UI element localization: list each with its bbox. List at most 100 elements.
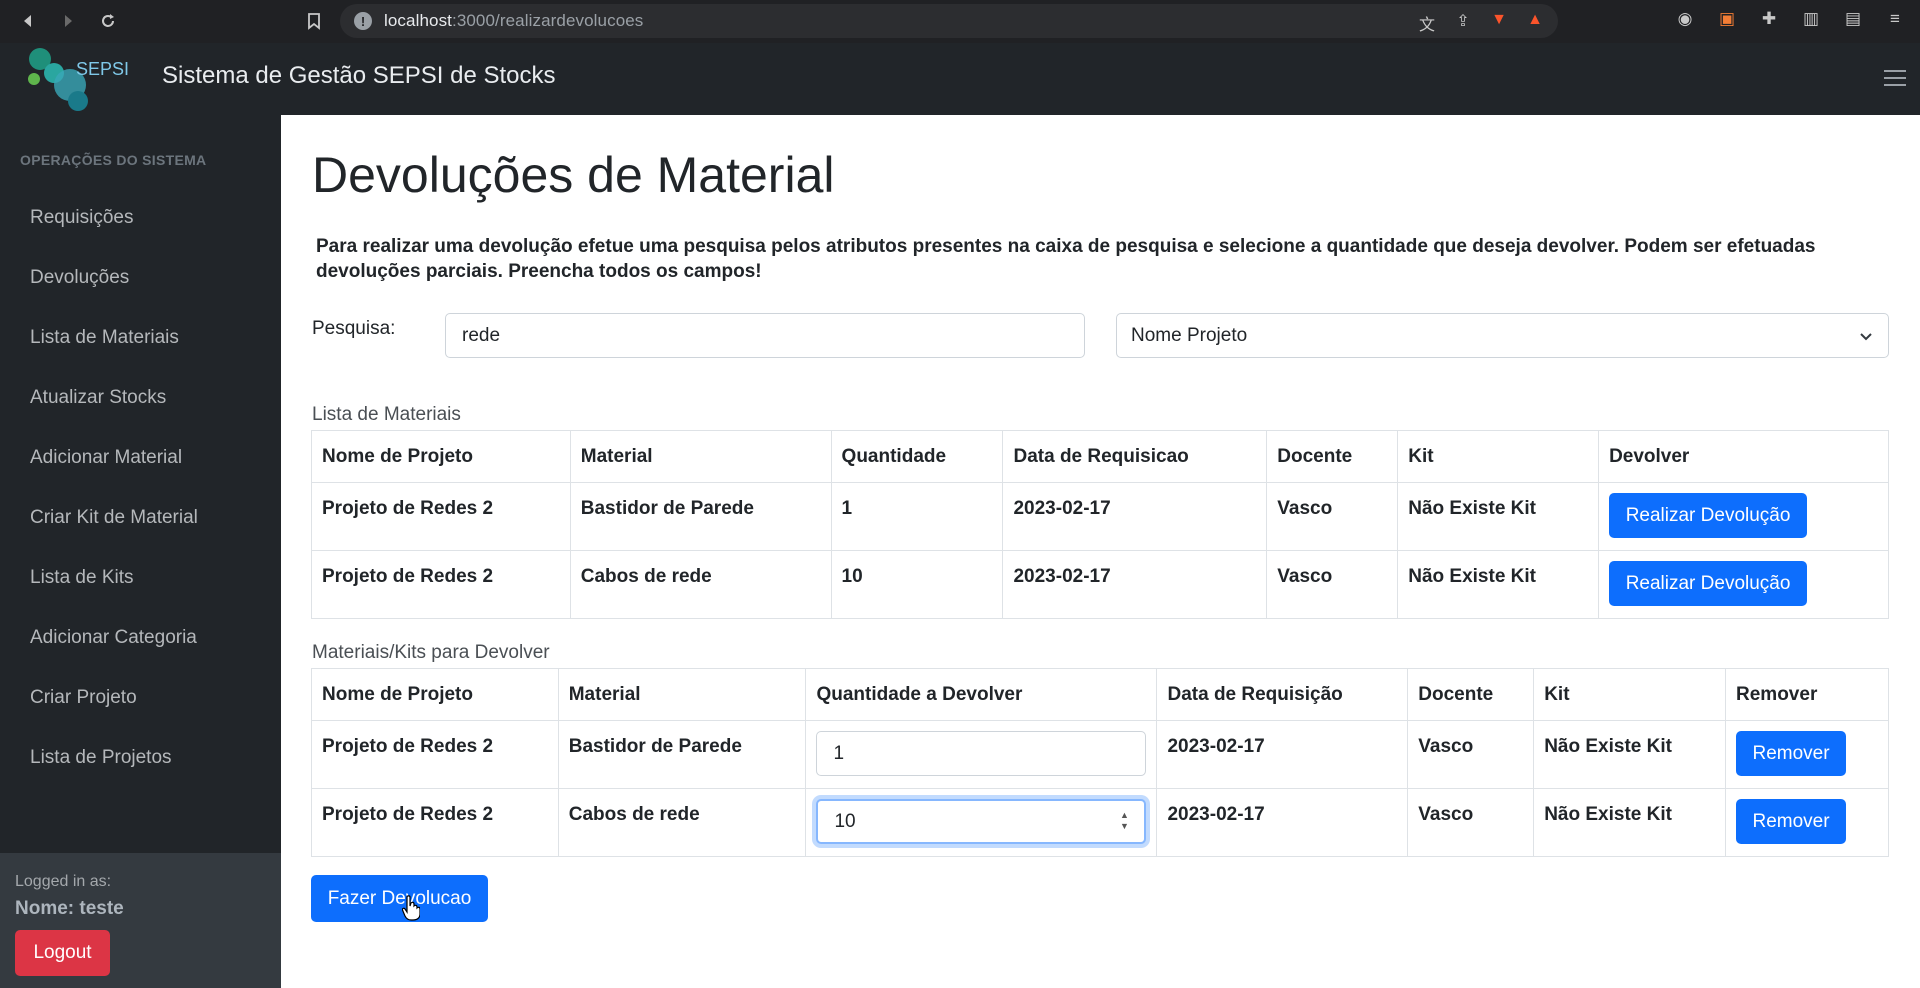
search-label: Pesquisa:	[312, 318, 396, 339]
cell-material: Cabos de rede	[557, 788, 807, 857]
cell-quantidade: ▲▼	[805, 788, 1158, 857]
materials-caption: Lista de Materiais	[312, 404, 461, 425]
remover-button[interactable]: Remover	[1736, 799, 1847, 844]
sidebar-toggle-icon[interactable]: ▥	[1800, 9, 1822, 31]
address-bar[interactable]: ! localhost:3000/realizardevolucoes 文 ⇪ …	[340, 4, 1558, 38]
site-info-icon[interactable]: !	[354, 12, 372, 30]
realizar-devolucao-button[interactable]: Realizar Devolução	[1609, 493, 1808, 538]
cell-quantidade	[805, 720, 1158, 789]
search-input[interactable]	[445, 313, 1085, 358]
cell-material: Bastidor de Parede	[557, 720, 807, 789]
sidebar-item-criar-projeto[interactable]: Criar Projeto	[30, 687, 137, 709]
menu-icon[interactable]: ≡	[1884, 9, 1906, 31]
column-header: Material	[557, 668, 807, 721]
brave-rewards-icon[interactable]: ▲	[1524, 11, 1546, 31]
sidebar-item-lista-kits[interactable]: Lista de Kits	[30, 567, 134, 589]
hand-cursor-icon	[402, 895, 420, 921]
browser-toolbar: ! localhost:3000/realizardevolucoes 文 ⇪ …	[0, 0, 1920, 43]
sidebar-item-lista-projetos[interactable]: Lista de Projetos	[30, 747, 172, 769]
cell-projeto: Projeto de Redes 2	[311, 482, 571, 551]
cell-quantidade: 1	[830, 482, 1004, 551]
column-header: Quantidade	[830, 430, 1004, 483]
cell-action: Remover	[1725, 788, 1889, 857]
column-header: Kit	[1533, 668, 1727, 721]
sidebar-item-adicionar-categoria[interactable]: Adicionar Categoria	[30, 627, 197, 649]
column-header: Remover	[1725, 668, 1889, 721]
cell-action: Realizar Devolução	[1598, 550, 1889, 619]
cell-projeto: Projeto de Redes 2	[311, 550, 571, 619]
table-row: Projeto de Redes 2 Cabos de rede 10 2023…	[311, 550, 1889, 619]
column-header: Nome de Projeto	[311, 668, 559, 721]
remover-button[interactable]: Remover	[1736, 731, 1847, 776]
table-row: Projeto de Redes 2 Bastidor de Parede 1 …	[311, 482, 1889, 551]
table-row: Projeto de Redes 2 Cabos de rede ▲▼ 2023…	[311, 788, 1889, 857]
column-header: Material	[569, 430, 832, 483]
svg-text:SEPSI: SEPSI	[76, 59, 129, 79]
sidebar-item-requisicoes[interactable]: Requisições	[30, 207, 134, 229]
sidebar-item-adicionar-material[interactable]: Adicionar Material	[30, 447, 182, 469]
cell-material: Bastidor de Parede	[569, 482, 832, 551]
cell-kit: Não Existe Kit	[1397, 482, 1600, 551]
column-header: Data de Requisicao	[1002, 430, 1268, 483]
cell-action: Remover	[1725, 720, 1889, 789]
table-header-row: Nome de Projeto Material Quantidade a De…	[311, 668, 1889, 721]
logged-in-name: Nome: teste	[15, 898, 124, 919]
cell-kit: Não Existe Kit	[1533, 720, 1727, 789]
cell-docente: Vasco	[1407, 788, 1535, 857]
logged-in-label: Logged in as:	[15, 873, 112, 890]
cell-material: Cabos de rede	[569, 550, 832, 619]
cell-data: 2023-02-17	[1156, 788, 1409, 857]
column-header: Docente	[1407, 668, 1535, 721]
quantity-stepper[interactable]	[816, 799, 1147, 844]
cell-projeto: Projeto de Redes 2	[311, 788, 559, 857]
brave-shield-icon[interactable]: ▼	[1488, 11, 1510, 31]
cell-kit: Não Existe Kit	[1533, 788, 1727, 857]
cell-action: Realizar Devolução	[1598, 482, 1889, 551]
app-brand-title[interactable]: Sistema de Gestão SEPSI de Stocks	[162, 62, 556, 90]
cell-kit: Não Existe Kit	[1397, 550, 1600, 619]
fazer-devolucao-button[interactable]: Fazer Devolucao	[311, 875, 488, 922]
forward-icon[interactable]	[54, 7, 82, 35]
table-row: Projeto de Redes 2 Bastidor de Parede 20…	[311, 720, 1889, 789]
sidebar-heading: OPERAÇÕES DO SISTEMA	[20, 152, 207, 168]
cell-docente: Vasco	[1266, 482, 1399, 551]
cell-docente: Vasco	[1266, 550, 1399, 619]
table-header-row: Nome de Projeto Material Quantidade Data…	[311, 430, 1889, 483]
column-header: Docente	[1266, 430, 1399, 483]
reload-icon[interactable]	[94, 7, 122, 35]
translate-icon[interactable]: 文	[1416, 11, 1438, 34]
cell-data: 2023-02-17	[1002, 482, 1268, 551]
column-header: Data de Requisição	[1156, 668, 1409, 721]
wallet-icon[interactable]: ▤	[1842, 9, 1864, 31]
quantity-input[interactable]	[816, 731, 1147, 776]
sidebar-item-devolucoes[interactable]: Devoluções	[30, 267, 129, 289]
cell-data: 2023-02-17	[1156, 720, 1409, 789]
cell-data: 2023-02-17	[1002, 550, 1268, 619]
select-value: Nome Projeto	[1131, 324, 1248, 346]
return-table: Nome de Projeto Material Quantidade a De…	[311, 668, 1889, 857]
sidebar-item-atualizar-stocks[interactable]: Atualizar Stocks	[30, 387, 166, 409]
back-icon[interactable]	[14, 7, 42, 35]
cell-docente: Vasco	[1407, 720, 1535, 789]
search-field-select[interactable]: Nome Projeto	[1116, 313, 1889, 358]
logout-button[interactable]: Logout	[15, 930, 110, 976]
puzzle-icon[interactable]: ✚	[1758, 9, 1780, 31]
extension-icon-1[interactable]: ◉	[1674, 9, 1696, 31]
sidebar-item-criar-kit[interactable]: Criar Kit de Material	[30, 507, 198, 529]
cell-projeto: Projeto de Redes 2	[311, 720, 559, 789]
share-icon[interactable]: ⇪	[1452, 11, 1474, 31]
url-text: localhost:3000/realizardevolucoes	[384, 11, 644, 30]
return-caption: Materiais/Kits para Devolver	[312, 642, 550, 663]
sepsi-logo: SEPSI	[28, 48, 129, 111]
column-header: Kit	[1397, 430, 1600, 483]
stepper-arrows-icon[interactable]: ▲ ▼	[1118, 810, 1130, 832]
intro-text: Para realizar uma devolução efetue uma p…	[316, 236, 1816, 282]
extension-icon-2[interactable]: ▣	[1716, 9, 1738, 31]
materials-table: Nome de Projeto Material Quantidade Data…	[311, 430, 1889, 619]
bookmark-icon[interactable]	[300, 7, 328, 35]
sidebar-item-lista-materiais[interactable]: Lista de Materiais	[30, 327, 179, 349]
cell-quantidade: 10	[830, 550, 1004, 619]
hamburger-icon[interactable]	[1884, 70, 1906, 88]
realizar-devolucao-button[interactable]: Realizar Devolução	[1609, 561, 1808, 606]
column-header: Nome de Projeto	[311, 430, 571, 483]
